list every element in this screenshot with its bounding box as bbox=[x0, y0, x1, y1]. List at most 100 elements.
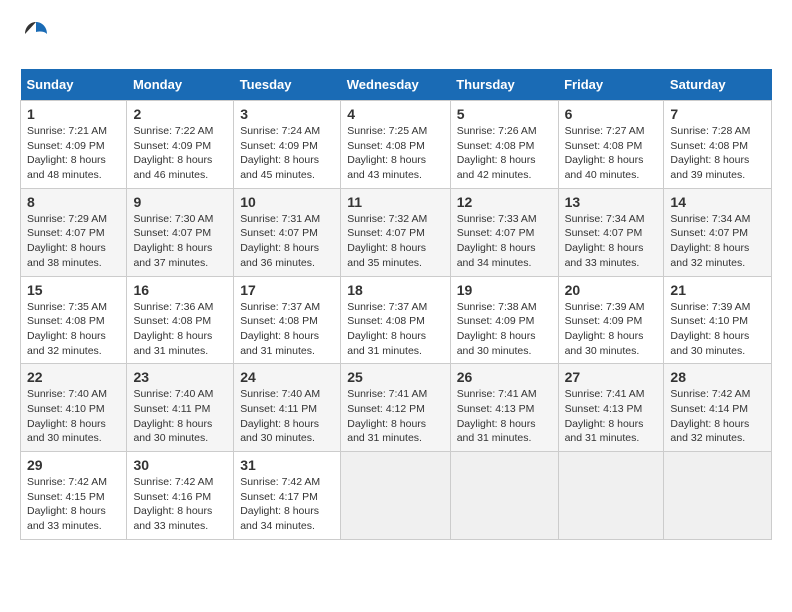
calendar-day-cell: 9 Sunrise: 7:30 AM Sunset: 4:07 PM Dayli… bbox=[127, 188, 234, 276]
day-number: 19 bbox=[457, 282, 552, 298]
calendar-day-cell: 1 Sunrise: 7:21 AM Sunset: 4:09 PM Dayli… bbox=[21, 101, 127, 189]
day-info: Sunrise: 7:29 AM Sunset: 4:07 PM Dayligh… bbox=[27, 212, 120, 271]
day-info: Sunrise: 7:25 AM Sunset: 4:08 PM Dayligh… bbox=[347, 124, 443, 183]
calendar-day-cell: 30 Sunrise: 7:42 AM Sunset: 4:16 PM Dayl… bbox=[127, 452, 234, 540]
day-number: 14 bbox=[670, 194, 765, 210]
day-info: Sunrise: 7:40 AM Sunset: 4:11 PM Dayligh… bbox=[240, 387, 334, 446]
day-info: Sunrise: 7:35 AM Sunset: 4:08 PM Dayligh… bbox=[27, 300, 120, 359]
calendar-day-cell: 27 Sunrise: 7:41 AM Sunset: 4:13 PM Dayl… bbox=[558, 364, 664, 452]
calendar-day-cell: 22 Sunrise: 7:40 AM Sunset: 4:10 PM Dayl… bbox=[21, 364, 127, 452]
calendar-week-row: 8 Sunrise: 7:29 AM Sunset: 4:07 PM Dayli… bbox=[21, 188, 772, 276]
calendar-day-cell: 17 Sunrise: 7:37 AM Sunset: 4:08 PM Dayl… bbox=[234, 276, 341, 364]
day-info: Sunrise: 7:40 AM Sunset: 4:11 PM Dayligh… bbox=[133, 387, 227, 446]
calendar-day-cell: 4 Sunrise: 7:25 AM Sunset: 4:08 PM Dayli… bbox=[341, 101, 450, 189]
logo bbox=[20, 20, 50, 53]
day-number: 1 bbox=[27, 106, 120, 122]
day-info: Sunrise: 7:30 AM Sunset: 4:07 PM Dayligh… bbox=[133, 212, 227, 271]
day-number: 9 bbox=[133, 194, 227, 210]
weekday-header-cell: Tuesday bbox=[234, 69, 341, 101]
day-number: 29 bbox=[27, 457, 120, 473]
day-number: 3 bbox=[240, 106, 334, 122]
weekday-header-cell: Thursday bbox=[450, 69, 558, 101]
day-number: 31 bbox=[240, 457, 334, 473]
calendar-week-row: 29 Sunrise: 7:42 AM Sunset: 4:15 PM Dayl… bbox=[21, 452, 772, 540]
day-number: 10 bbox=[240, 194, 334, 210]
calendar-day-cell: 18 Sunrise: 7:37 AM Sunset: 4:08 PM Dayl… bbox=[341, 276, 450, 364]
day-info: Sunrise: 7:22 AM Sunset: 4:09 PM Dayligh… bbox=[133, 124, 227, 183]
calendar-week-row: 15 Sunrise: 7:35 AM Sunset: 4:08 PM Dayl… bbox=[21, 276, 772, 364]
day-number: 2 bbox=[133, 106, 227, 122]
day-number: 30 bbox=[133, 457, 227, 473]
day-info: Sunrise: 7:34 AM Sunset: 4:07 PM Dayligh… bbox=[565, 212, 658, 271]
day-info: Sunrise: 7:32 AM Sunset: 4:07 PM Dayligh… bbox=[347, 212, 443, 271]
day-number: 26 bbox=[457, 369, 552, 385]
day-info: Sunrise: 7:27 AM Sunset: 4:08 PM Dayligh… bbox=[565, 124, 658, 183]
day-number: 5 bbox=[457, 106, 552, 122]
day-info: Sunrise: 7:42 AM Sunset: 4:17 PM Dayligh… bbox=[240, 475, 334, 534]
day-number: 15 bbox=[27, 282, 120, 298]
calendar-day-cell: 23 Sunrise: 7:40 AM Sunset: 4:11 PM Dayl… bbox=[127, 364, 234, 452]
day-number: 28 bbox=[670, 369, 765, 385]
weekday-header-cell: Sunday bbox=[21, 69, 127, 101]
day-number: 27 bbox=[565, 369, 658, 385]
day-info: Sunrise: 7:40 AM Sunset: 4:10 PM Dayligh… bbox=[27, 387, 120, 446]
calendar-day-cell: 19 Sunrise: 7:38 AM Sunset: 4:09 PM Dayl… bbox=[450, 276, 558, 364]
calendar-day-cell: 5 Sunrise: 7:26 AM Sunset: 4:08 PM Dayli… bbox=[450, 101, 558, 189]
day-info: Sunrise: 7:42 AM Sunset: 4:16 PM Dayligh… bbox=[133, 475, 227, 534]
calendar-day-cell: 11 Sunrise: 7:32 AM Sunset: 4:07 PM Dayl… bbox=[341, 188, 450, 276]
page-header bbox=[20, 20, 772, 53]
day-info: Sunrise: 7:41 AM Sunset: 4:13 PM Dayligh… bbox=[565, 387, 658, 446]
day-info: Sunrise: 7:26 AM Sunset: 4:08 PM Dayligh… bbox=[457, 124, 552, 183]
calendar-table: SundayMondayTuesdayWednesdayThursdayFrid… bbox=[20, 69, 772, 540]
calendar-day-cell: 15 Sunrise: 7:35 AM Sunset: 4:08 PM Dayl… bbox=[21, 276, 127, 364]
calendar-week-row: 22 Sunrise: 7:40 AM Sunset: 4:10 PM Dayl… bbox=[21, 364, 772, 452]
calendar-day-cell: 12 Sunrise: 7:33 AM Sunset: 4:07 PM Dayl… bbox=[450, 188, 558, 276]
day-number: 7 bbox=[670, 106, 765, 122]
day-number: 6 bbox=[565, 106, 658, 122]
logo-icon bbox=[22, 20, 50, 48]
calendar-day-cell bbox=[558, 452, 664, 540]
day-info: Sunrise: 7:33 AM Sunset: 4:07 PM Dayligh… bbox=[457, 212, 552, 271]
calendar-day-cell: 26 Sunrise: 7:41 AM Sunset: 4:13 PM Dayl… bbox=[450, 364, 558, 452]
day-info: Sunrise: 7:42 AM Sunset: 4:15 PM Dayligh… bbox=[27, 475, 120, 534]
day-info: Sunrise: 7:31 AM Sunset: 4:07 PM Dayligh… bbox=[240, 212, 334, 271]
weekday-header-cell: Friday bbox=[558, 69, 664, 101]
day-info: Sunrise: 7:42 AM Sunset: 4:14 PM Dayligh… bbox=[670, 387, 765, 446]
day-number: 17 bbox=[240, 282, 334, 298]
calendar-day-cell bbox=[450, 452, 558, 540]
calendar-body: 1 Sunrise: 7:21 AM Sunset: 4:09 PM Dayli… bbox=[21, 101, 772, 540]
calendar-day-cell bbox=[664, 452, 772, 540]
calendar-day-cell: 14 Sunrise: 7:34 AM Sunset: 4:07 PM Dayl… bbox=[664, 188, 772, 276]
calendar-day-cell: 7 Sunrise: 7:28 AM Sunset: 4:08 PM Dayli… bbox=[664, 101, 772, 189]
day-number: 12 bbox=[457, 194, 552, 210]
weekday-header-cell: Saturday bbox=[664, 69, 772, 101]
day-info: Sunrise: 7:28 AM Sunset: 4:08 PM Dayligh… bbox=[670, 124, 765, 183]
calendar-day-cell: 10 Sunrise: 7:31 AM Sunset: 4:07 PM Dayl… bbox=[234, 188, 341, 276]
day-info: Sunrise: 7:39 AM Sunset: 4:09 PM Dayligh… bbox=[565, 300, 658, 359]
day-info: Sunrise: 7:34 AM Sunset: 4:07 PM Dayligh… bbox=[670, 212, 765, 271]
day-number: 23 bbox=[133, 369, 227, 385]
calendar-day-cell: 3 Sunrise: 7:24 AM Sunset: 4:09 PM Dayli… bbox=[234, 101, 341, 189]
day-number: 18 bbox=[347, 282, 443, 298]
day-number: 13 bbox=[565, 194, 658, 210]
calendar-day-cell: 21 Sunrise: 7:39 AM Sunset: 4:10 PM Dayl… bbox=[664, 276, 772, 364]
day-number: 24 bbox=[240, 369, 334, 385]
day-number: 21 bbox=[670, 282, 765, 298]
calendar-day-cell: 31 Sunrise: 7:42 AM Sunset: 4:17 PM Dayl… bbox=[234, 452, 341, 540]
day-number: 16 bbox=[133, 282, 227, 298]
day-info: Sunrise: 7:37 AM Sunset: 4:08 PM Dayligh… bbox=[347, 300, 443, 359]
weekday-header-cell: Monday bbox=[127, 69, 234, 101]
calendar-day-cell: 6 Sunrise: 7:27 AM Sunset: 4:08 PM Dayli… bbox=[558, 101, 664, 189]
calendar-day-cell: 20 Sunrise: 7:39 AM Sunset: 4:09 PM Dayl… bbox=[558, 276, 664, 364]
day-info: Sunrise: 7:39 AM Sunset: 4:10 PM Dayligh… bbox=[670, 300, 765, 359]
day-info: Sunrise: 7:41 AM Sunset: 4:13 PM Dayligh… bbox=[457, 387, 552, 446]
calendar-day-cell: 2 Sunrise: 7:22 AM Sunset: 4:09 PM Dayli… bbox=[127, 101, 234, 189]
weekday-header-row: SundayMondayTuesdayWednesdayThursdayFrid… bbox=[21, 69, 772, 101]
day-number: 8 bbox=[27, 194, 120, 210]
day-number: 22 bbox=[27, 369, 120, 385]
day-info: Sunrise: 7:37 AM Sunset: 4:08 PM Dayligh… bbox=[240, 300, 334, 359]
day-number: 20 bbox=[565, 282, 658, 298]
calendar-week-row: 1 Sunrise: 7:21 AM Sunset: 4:09 PM Dayli… bbox=[21, 101, 772, 189]
day-number: 25 bbox=[347, 369, 443, 385]
calendar-day-cell: 24 Sunrise: 7:40 AM Sunset: 4:11 PM Dayl… bbox=[234, 364, 341, 452]
